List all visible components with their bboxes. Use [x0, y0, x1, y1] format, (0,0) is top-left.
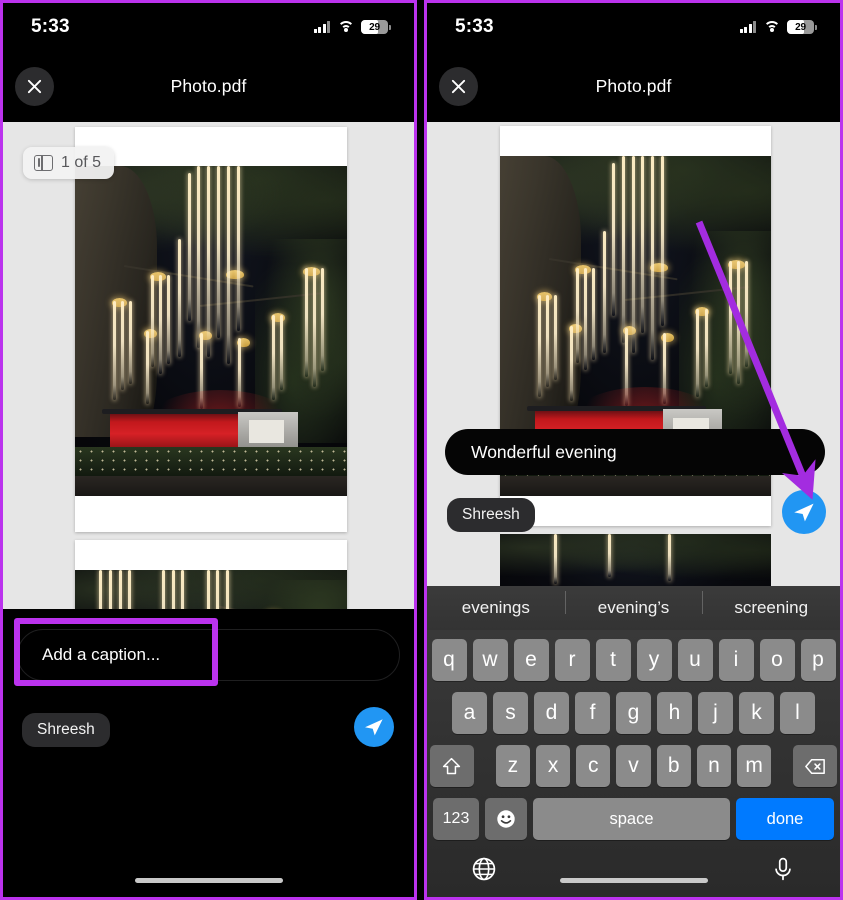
- title-bar-left: Photo.pdf: [3, 51, 414, 122]
- key-m[interactable]: m: [737, 745, 772, 787]
- key-j[interactable]: j: [698, 692, 733, 734]
- wifi-icon: [337, 21, 354, 33]
- key-x[interactable]: x: [535, 745, 571, 787]
- caption-input-filled[interactable]: Wonderful evening: [445, 429, 825, 475]
- close-x-icon: [27, 79, 42, 94]
- keyboard-suggestion-bar[interactable]: evenings evening’s screening: [427, 586, 840, 630]
- globe-language-icon[interactable]: [471, 856, 497, 882]
- key-h[interactable]: h: [657, 692, 692, 734]
- key-v[interactable]: v: [616, 745, 651, 787]
- key-t[interactable]: t: [595, 639, 631, 681]
- key-f[interactable]: f: [575, 692, 610, 734]
- send-paper-plane-icon: [365, 719, 383, 736]
- key-k[interactable]: k: [739, 692, 774, 734]
- recipient-chip-label-right: Shreesh: [462, 506, 520, 523]
- recipient-chip-right[interactable]: Shreesh: [447, 498, 535, 532]
- keyboard-row-4: 123 space done: [430, 798, 837, 840]
- keyboard-bottom-row: [427, 848, 840, 882]
- keyboard-row-2: a s d f g h j k l: [430, 692, 837, 734]
- page-title-right: Photo.pdf: [595, 76, 672, 96]
- battery-icon: 29: [361, 20, 391, 34]
- title-bar-right: Photo.pdf: [427, 51, 840, 122]
- send-button-right[interactable]: [782, 490, 826, 534]
- home-indicator-right: [559, 878, 708, 883]
- home-indicator: [134, 878, 283, 883]
- backspace-icon: [804, 758, 825, 774]
- key-z[interactable]: z: [495, 745, 530, 787]
- status-time: 5:33: [31, 16, 70, 37]
- done-key[interactable]: done: [736, 798, 834, 840]
- send-button[interactable]: [354, 707, 394, 747]
- key-l[interactable]: l: [780, 692, 815, 734]
- key-w[interactable]: w: [472, 639, 508, 681]
- caption-input[interactable]: Add a caption...: [17, 629, 400, 681]
- suggestion-2[interactable]: evening’s: [564, 591, 703, 618]
- phone-panel-right: 5:33 29 Photo.pdf Wonderful evening Shre…: [424, 0, 843, 900]
- key-g[interactable]: g: [616, 692, 651, 734]
- key-d[interactable]: d: [534, 692, 569, 734]
- key-n[interactable]: n: [696, 745, 732, 787]
- shift-arrow-icon: [443, 757, 461, 774]
- close-button[interactable]: [15, 67, 54, 106]
- status-time-right: 5:33: [455, 16, 494, 37]
- key-b[interactable]: b: [656, 745, 691, 787]
- signal-bars-icon: [313, 21, 330, 33]
- key-q[interactable]: q: [431, 639, 467, 681]
- recipient-chip[interactable]: Shreesh: [22, 713, 110, 747]
- send-paper-plane-icon: [794, 503, 814, 522]
- numbers-key[interactable]: 123: [433, 798, 479, 840]
- key-i[interactable]: i: [718, 639, 754, 681]
- caption-placeholder: Add a caption...: [42, 645, 161, 664]
- key-o[interactable]: o: [759, 639, 795, 681]
- phone-panel-left: 5:33 29 Photo.pdf 1 of 5 Add a caption..…: [0, 0, 417, 900]
- wifi-icon: [763, 21, 780, 33]
- battery-level-right: 29: [795, 21, 806, 33]
- on-screen-keyboard[interactable]: evenings evening’s screening q w e r t y…: [427, 586, 840, 897]
- battery-level: 29: [369, 21, 380, 33]
- close-button-right[interactable]: [439, 67, 478, 106]
- battery-icon: 29: [787, 20, 817, 34]
- status-bar-left: 5:33 29: [3, 3, 414, 51]
- emoji-key[interactable]: [485, 798, 527, 840]
- pdf-page-1[interactable]: [75, 127, 347, 532]
- suggestion-1[interactable]: evenings: [427, 598, 565, 618]
- status-icons: 29: [313, 20, 391, 34]
- key-p[interactable]: p: [800, 639, 836, 681]
- caption-bar-left: Add a caption... Shreesh: [3, 609, 414, 897]
- caption-value: Wonderful evening: [471, 441, 617, 462]
- backspace-key[interactable]: [793, 745, 838, 787]
- key-s[interactable]: s: [493, 692, 528, 734]
- page-thumbnails-icon: [34, 155, 53, 171]
- keyboard-row-1: q w e r t y u i o p: [430, 639, 837, 681]
- close-x-icon: [451, 79, 466, 94]
- screenshot-stage: 5:33 29 Photo.pdf 1 of 5 Add a caption..…: [0, 0, 843, 900]
- key-u[interactable]: u: [677, 639, 713, 681]
- signal-bars-icon: [739, 21, 756, 33]
- page-indicator-label: 1 of 5: [61, 154, 102, 171]
- shift-key[interactable]: [429, 745, 474, 787]
- keyboard-row-3: z x c v b n m: [429, 745, 838, 787]
- key-r[interactable]: r: [554, 639, 590, 681]
- recipient-chip-label: Shreesh: [37, 721, 95, 738]
- status-icons-right: 29: [739, 20, 817, 34]
- emoji-smiley-icon: [497, 810, 515, 828]
- status-bar-right: 5:33 29: [427, 3, 840, 51]
- key-c[interactable]: c: [576, 745, 611, 787]
- page-title: Photo.pdf: [170, 76, 247, 96]
- microphone-icon[interactable]: [770, 856, 796, 882]
- key-a[interactable]: a: [452, 692, 487, 734]
- page-indicator[interactable]: 1 of 5: [23, 147, 115, 179]
- key-e[interactable]: e: [513, 639, 549, 681]
- space-key[interactable]: space: [533, 798, 730, 840]
- key-y[interactable]: y: [636, 639, 672, 681]
- suggestion-3[interactable]: screening: [702, 591, 840, 618]
